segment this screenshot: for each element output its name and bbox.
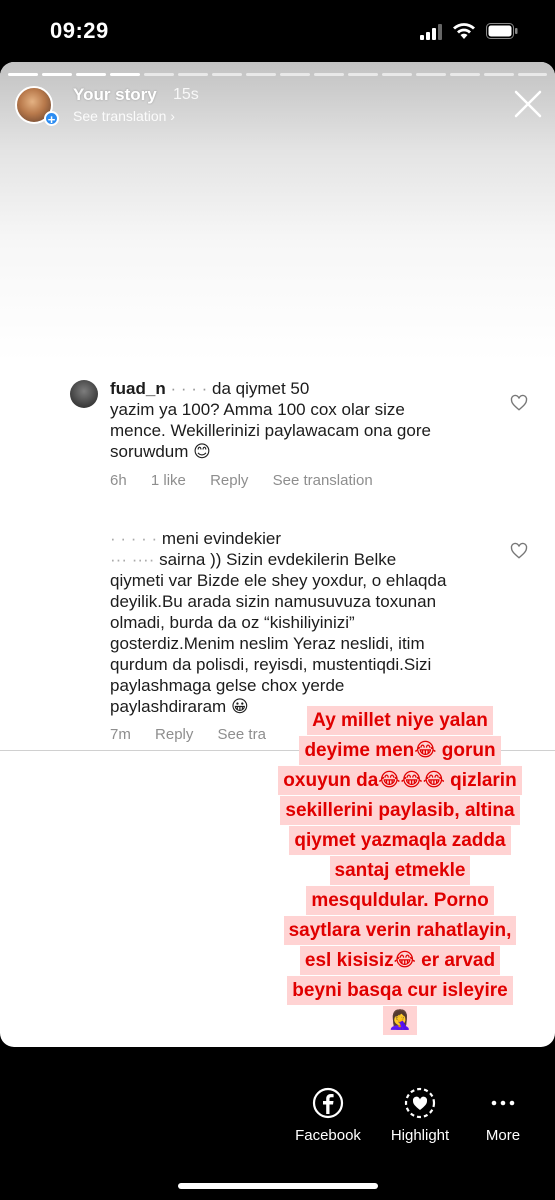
sticker-line: qiymet yazmaqla zadda <box>262 826 538 855</box>
sticker-text: esl kisisiz😂 er arvad <box>299 946 501 975</box>
comment-username[interactable]: fuad_n <box>110 379 166 398</box>
battery-icon <box>486 23 518 39</box>
comment-avatar[interactable] <box>70 380 98 408</box>
close-icon[interactable] <box>512 88 544 120</box>
comment-line: gosterdiz.Menim neslim Yeraz neslidi, it… <box>110 634 425 653</box>
more-button[interactable]: More <box>472 1087 534 1144</box>
comment-line: mence. Wekillerinizi paylawacam ona gore <box>110 421 431 440</box>
comment-line: fuad_n · · · · da qiymet 50 <box>110 379 310 398</box>
comment-line: yazim ya 100? Amma 100 cox olar size <box>110 400 405 419</box>
story-progress-segment <box>416 73 446 76</box>
sticker-line: deyime men😂 gorun <box>262 736 538 765</box>
story-canvas[interactable]: + Your story 15s See translation › fuad_… <box>0 62 555 1047</box>
facebook-label: Facebook <box>295 1127 361 1144</box>
see-translation-link[interactable]: See translation › <box>73 108 175 124</box>
story-progress-segment <box>382 73 412 76</box>
sticker-line: Ay millet niye yalan <box>262 706 538 735</box>
facebook-icon <box>312 1087 344 1119</box>
story-progress-segment <box>518 73 547 76</box>
story-progress-segment <box>450 73 480 76</box>
sticker-text: beyni basqa cur isleyire <box>287 976 513 1005</box>
sticker-line: saytlara verin rahatlayin, <box>262 916 538 945</box>
highlight-heart-icon <box>404 1087 436 1119</box>
sticker-text: Ay millet niye yalan <box>307 706 493 735</box>
comment-meta: 6h 1 like Reply See translation <box>110 472 393 489</box>
wifi-icon <box>453 23 475 39</box>
comment-line: qurdum da polisdi, reyisdi, mustentiqdi.… <box>110 655 432 674</box>
sticker-text: oxuyun da😂😂😂 qizlarin <box>278 766 522 795</box>
comment-text: meni evindekier <box>161 529 281 548</box>
comment-line: qiymeti var Bizde ele shey yoxdur, o ehl… <box>110 571 447 590</box>
comment-line: paylashmaga gelse chox yerde <box>110 676 345 695</box>
story-progress-segment <box>484 73 514 76</box>
sticker-line: sekillerini paylasib, altina <box>262 796 538 825</box>
sticker-text: mesquldular. Porno <box>306 886 494 915</box>
comment-text: da qiymet 50 <box>212 379 310 398</box>
reply-button[interactable]: Reply <box>210 472 248 489</box>
sticker-line: esl kisisiz😂 er arvad <box>262 946 538 975</box>
sticker-line: beyni basqa cur isleyire <box>262 976 538 1005</box>
like-heart-icon[interactable] <box>510 542 528 560</box>
story-progress-segment <box>42 73 72 76</box>
sticker-text: santaj etmekle <box>329 856 471 885</box>
story-username[interactable]: Your story <box>73 85 157 105</box>
story-time: 15s <box>173 86 199 103</box>
comment-line: olmadi, burda da oz “kishiliyinizi” <box>110 613 355 632</box>
reply-button[interactable]: Reply <box>155 726 193 743</box>
status-time: 09:29 <box>50 18 109 43</box>
sticker-text: saytlara verin rahatlayin, <box>283 916 517 945</box>
story-progress-segment <box>178 73 208 76</box>
home-indicator[interactable] <box>178 1183 378 1189</box>
comment-line: deyilik.Bu arada sizin namusuvuza toxuna… <box>110 592 437 611</box>
comment-line: soruwdum 😊 <box>110 442 211 461</box>
comment-2: · · · · · meni evindekier ··· ···· sairn… <box>110 528 490 717</box>
see-translation-link[interactable]: See tra <box>218 726 266 743</box>
sticker-line: oxuyun da😂😂😂 qizlarin <box>262 766 538 795</box>
signal-icon <box>420 24 442 40</box>
sticker-text: deyime men😂 gorun <box>299 736 501 765</box>
story-progress-segment <box>144 73 174 76</box>
sticker-text: qiymet yazmaqla zadda <box>289 826 511 855</box>
comment-time: 6h <box>110 472 127 489</box>
comment-time: 7m <box>110 726 131 743</box>
facepalm-emoji: 🤦‍♀️ <box>383 1006 417 1035</box>
comment-line: ··· ···· sairna )) Sizin evdekilerin Bel… <box>110 550 397 569</box>
facebook-button[interactable]: Facebook <box>288 1087 368 1144</box>
story-progress-segment <box>348 73 378 76</box>
highlight-label: Highlight <box>390 1127 450 1144</box>
story-top-gradient <box>0 62 555 362</box>
add-story-icon[interactable]: + <box>44 111 59 126</box>
story-progress-segment <box>76 73 106 76</box>
comment-1: fuad_n · · · · da qiymet 50 yazim ya 100… <box>110 378 490 462</box>
comment-likes[interactable]: 1 like <box>151 472 186 489</box>
sticker-text: sekillerini paylasib, altina <box>280 796 520 825</box>
story-progress-segment <box>314 73 344 76</box>
story-progress-segment <box>110 73 140 76</box>
more-dots-icon <box>491 1100 515 1106</box>
comment-text: sairna )) Sizin evdekilerin Belke <box>159 550 397 569</box>
like-heart-icon[interactable] <box>510 394 528 412</box>
comment-meta: 7m Reply See tra <box>110 726 286 743</box>
sticker-line: mesquldular. Porno <box>262 886 538 915</box>
see-translation-link[interactable]: See translation <box>273 472 373 489</box>
story-progress-segment <box>246 73 276 76</box>
comment-line: · · · · · meni evindekier <box>110 529 281 548</box>
story-progress-segment <box>212 73 242 76</box>
highlight-button[interactable]: Highlight <box>380 1087 460 1144</box>
story-progress-segment <box>8 73 38 76</box>
story-action-bar: Facebook Highlight More <box>0 1047 555 1200</box>
more-label: More <box>485 1127 521 1144</box>
status-bar: 09:29 <box>0 0 555 62</box>
story-progress-segment <box>280 73 310 76</box>
sticker-line: santaj etmekle <box>262 856 538 885</box>
sticker-line: 🤦‍♀️ <box>262 1006 538 1035</box>
